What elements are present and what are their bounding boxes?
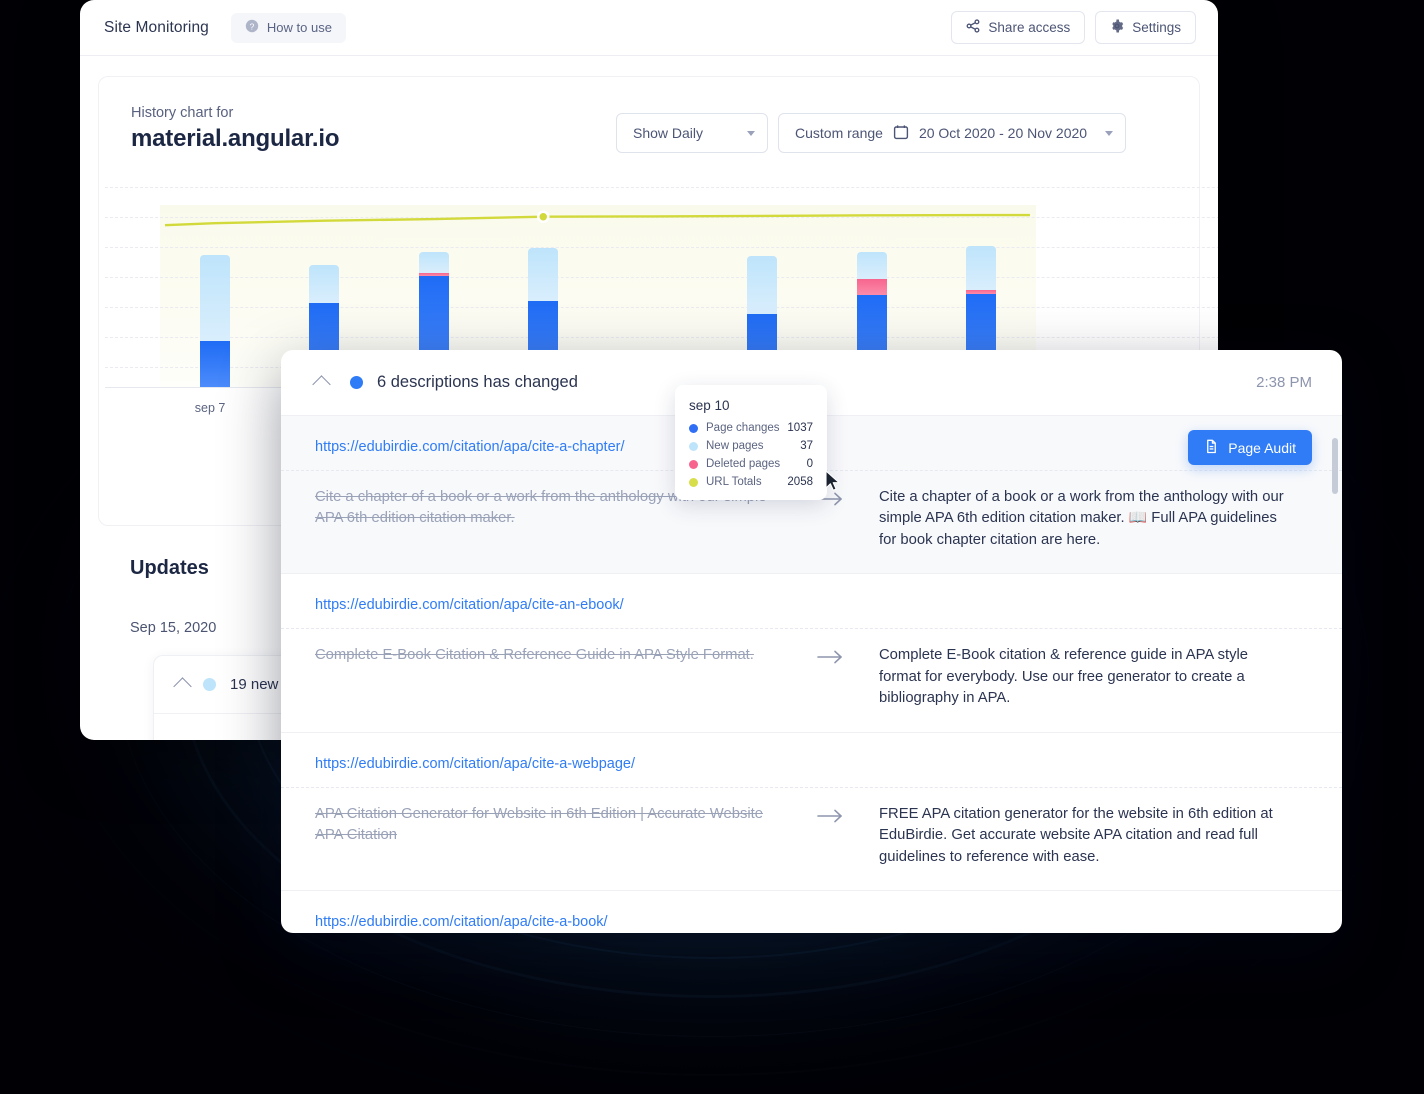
- gridline: [105, 217, 1218, 218]
- tooltip-row: URL Totals 2058: [689, 476, 813, 488]
- status-dot: [350, 376, 363, 389]
- share-icon: [966, 19, 980, 36]
- tooltip-series-value: 37: [800, 440, 813, 452]
- bar-segment-new: [856, 252, 887, 280]
- tooltip-row: Deleted pages 0: [689, 458, 813, 470]
- url-row: https://edubirdie.com/citation/apa/cite-…: [281, 733, 1342, 787]
- new-description: FREE APA citation generator for the webs…: [879, 805, 1273, 865]
- legend-dot: [689, 477, 698, 487]
- old-description: APA Citation Generator for Website in 6t…: [315, 805, 763, 844]
- document-icon: [1204, 439, 1219, 457]
- chart-bar[interactable]: [199, 255, 230, 387]
- tooltip-row: Page changes 1037: [689, 422, 813, 434]
- granularity-select[interactable]: Show Daily: [616, 113, 768, 153]
- legend-dot: [689, 459, 698, 469]
- date-range-label: Custom range: [795, 125, 883, 141]
- tooltip-row: New pages 37: [689, 440, 813, 452]
- changed-url-block: https://edubirdie.com/citation/apa/cite-…: [281, 891, 1342, 933]
- arrow-right-icon: [783, 645, 879, 666]
- page-url-link[interactable]: https://edubirdie.com/citation/apa/cite-…: [315, 756, 635, 772]
- bar-segment-new: [528, 248, 559, 302]
- svg-text:?: ?: [250, 21, 255, 31]
- new-description: Cite a chapter of a book or a work from …: [879, 489, 1284, 548]
- bar-segment-chg: [199, 340, 230, 387]
- changed-url-block: https://edubirdie.com/citation/apa/cite-…: [281, 733, 1342, 892]
- bar-segment-new: [966, 245, 997, 290]
- page-audit-label: Page Audit: [1228, 439, 1296, 456]
- gridline: [105, 337, 1218, 338]
- chevron-up-icon[interactable]: [173, 677, 192, 696]
- tooltip-rows: Page changes 1037 New pages 37 Deleted pages…: [689, 422, 813, 488]
- tooltip-series-name: New pages: [706, 440, 764, 452]
- tooltip-series-name: Page changes: [706, 422, 780, 434]
- share-access-button[interactable]: Share access: [951, 11, 1086, 44]
- gridline: [105, 247, 1218, 248]
- bar-segment-new: [418, 252, 449, 273]
- page-url-link[interactable]: https://edubirdie.com/citation/apa/cite-…: [315, 439, 625, 455]
- how-to-use-label: How to use: [266, 20, 332, 35]
- url-row: https://edubirdie.com/citation/apa/cite-…: [281, 891, 1342, 933]
- tooltip-series-value: 1037: [787, 422, 813, 434]
- page-audit-button[interactable]: Page Audit: [1188, 430, 1312, 465]
- tooltip-series-name: Deleted pages: [706, 458, 781, 470]
- gridline: [105, 307, 1218, 308]
- granularity-value: Show Daily: [633, 125, 704, 141]
- panel-title: 6 descriptions has changed: [377, 373, 578, 391]
- description-diff-row: Complete E-Book Citation & Reference Gui…: [281, 628, 1342, 731]
- settings-button[interactable]: Settings: [1095, 11, 1196, 44]
- date-range-value: 20 Oct 2020 - 20 Nov 2020: [918, 125, 1088, 141]
- panel-scrollbar[interactable]: [1332, 430, 1338, 910]
- updates-date: Sep 15, 2020: [130, 620, 217, 636]
- description-diff-row: APA Citation Generator for Website in 6t…: [281, 786, 1342, 890]
- new-description: Complete E-Book citation & reference gui…: [879, 647, 1249, 707]
- chevron-down-icon: [747, 130, 755, 136]
- changed-url-block: https://edubirdie.com/citation/apa/cite-…: [281, 574, 1342, 733]
- share-access-label: Share access: [988, 20, 1071, 35]
- tooltip-series-value: 0: [806, 458, 813, 470]
- bar-segment-new: [309, 264, 340, 304]
- gridline: [105, 277, 1218, 278]
- tooltip-date: sep 10: [689, 398, 730, 413]
- arrow-right-icon: [783, 804, 879, 825]
- how-to-use-button[interactable]: ? How to use: [230, 12, 346, 43]
- panel-timestamp: 2:38 PM: [1256, 374, 1312, 391]
- chart-tooltip: sep 10 Page changes 1037 New pages 37 Delete…: [675, 385, 827, 500]
- updates-heading: Updates: [130, 557, 209, 579]
- x-axis-label: sep 7: [194, 401, 226, 415]
- date-range-select[interactable]: Custom range 20 Oct 2020 - 20 Nov 2020: [778, 113, 1126, 153]
- legend-dot: [689, 441, 698, 451]
- page-title: Site Monitoring: [104, 18, 209, 36]
- tooltip-series-value: 2058: [787, 476, 813, 488]
- chevron-down-icon: [1105, 130, 1113, 136]
- status-dot: [203, 678, 216, 691]
- tooltip-series-name: URL Totals: [706, 476, 762, 488]
- chevron-up-icon[interactable]: [312, 375, 331, 394]
- gear-icon: [1110, 19, 1124, 36]
- page-url-link[interactable]: https://edubirdie.com/citation/apa/cite-…: [315, 914, 608, 930]
- calendar-icon: [893, 124, 909, 143]
- old-description: Complete E-Book Citation & Reference Gui…: [315, 647, 754, 664]
- bar-segment-new: [199, 255, 230, 341]
- settings-label: Settings: [1132, 20, 1181, 35]
- bar-segment-del: [856, 279, 887, 296]
- update-card-label: 19 new: [230, 676, 279, 693]
- panel-scrollbar-thumb[interactable]: [1332, 438, 1338, 494]
- help-circle-icon: ?: [245, 19, 259, 36]
- gridline: [105, 187, 1218, 188]
- bar-segment-new: [747, 256, 778, 315]
- legend-dot: [689, 423, 698, 433]
- app-header: Site Monitoring ? How to use Share acces…: [80, 0, 1218, 56]
- page-url-link[interactable]: https://edubirdie.com/citation/apa/cite-…: [315, 597, 624, 613]
- chart-header: History chart for material.angular.io Sh…: [131, 105, 1167, 161]
- url-row: https://edubirdie.com/citation/apa/cite-…: [281, 574, 1342, 628]
